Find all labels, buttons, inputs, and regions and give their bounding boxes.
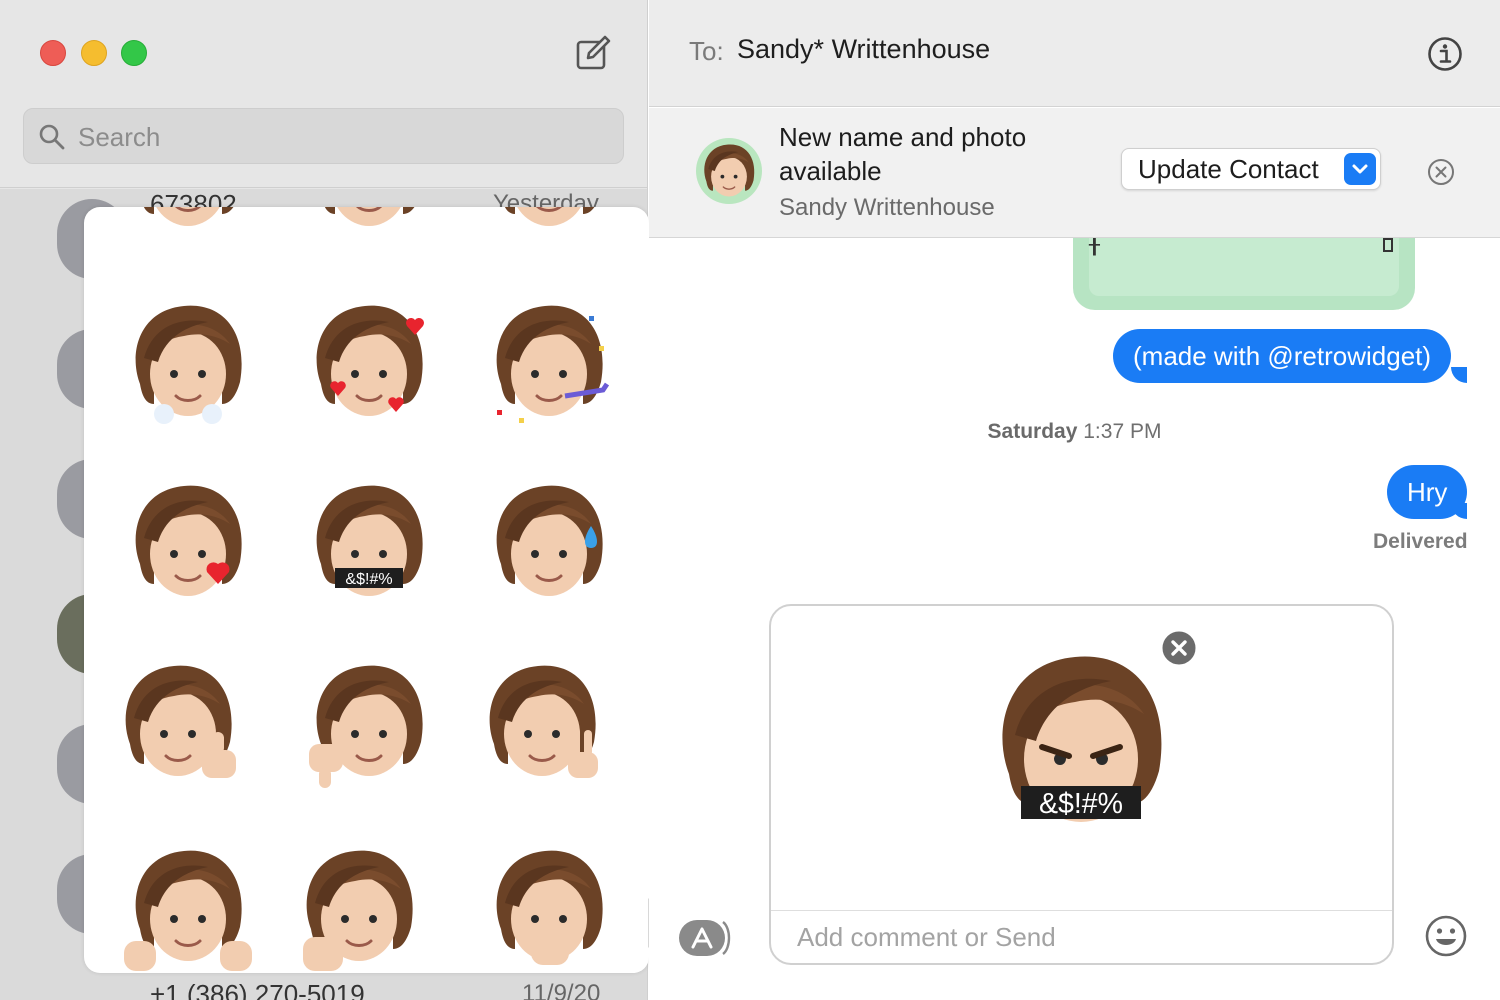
sticker-attachment-text: &$!#% xyxy=(1039,788,1123,820)
banner-subtitle: Sandy Writtenhouse xyxy=(779,194,995,221)
update-contact-label: Update Contact xyxy=(1138,154,1319,184)
emoji-icon[interactable] xyxy=(1424,914,1468,958)
search-icon xyxy=(39,124,65,150)
banner-title: New name and photo available xyxy=(779,122,1027,186)
minimize-window-button[interactable] xyxy=(81,40,107,66)
image-message-content xyxy=(1089,238,1399,296)
conversation-header: To: Sandy* Writtenhouse xyxy=(649,0,1500,107)
composer-divider xyxy=(771,910,1392,911)
sticker-attachment[interactable]: &$!#% xyxy=(971,636,1191,846)
image-message-bubble[interactable]: ╂ xyxy=(1073,235,1415,310)
sticker-memoji-party[interactable] xyxy=(479,292,619,432)
timestamp-time: 1:37 PM xyxy=(1083,420,1162,443)
message-timestamp: Saturday 1:37 PM xyxy=(649,420,1500,444)
zoom-window-button[interactable] xyxy=(121,40,147,66)
memoji-avatar-icon xyxy=(696,138,762,204)
sticker-partial[interactable] xyxy=(118,207,258,242)
sticker-memoji-thumbs-down[interactable] xyxy=(299,652,439,792)
search-field[interactable]: Search xyxy=(23,108,624,164)
message-composer[interactable]: &$!#% xyxy=(769,604,1394,965)
sticker-memoji-surprised[interactable] xyxy=(479,837,619,973)
sticker-memoji-hearts[interactable] xyxy=(299,292,439,432)
message-bubble-sent[interactable]: (made with @retrowidget) xyxy=(1113,329,1452,383)
compose-icon[interactable] xyxy=(574,34,612,72)
delivery-status: Delivered xyxy=(1373,530,1468,553)
conversation-name[interactable]: +1 (386) 270-5019 xyxy=(150,979,365,1000)
contact-avatar xyxy=(696,138,762,204)
search-placeholder: Search xyxy=(78,122,161,152)
sticker-memoji-happy-hands[interactable] xyxy=(118,837,258,973)
bubble-tail xyxy=(1451,367,1467,383)
sticker-memoji-sweat[interactable] xyxy=(479,472,619,612)
close-window-button[interactable] xyxy=(40,40,66,66)
chevron-down-icon[interactable] xyxy=(1344,153,1376,185)
remove-attachment-icon[interactable] xyxy=(1159,628,1199,668)
image-pixel-mark xyxy=(1383,238,1393,252)
sticker-memoji-fist-bump[interactable] xyxy=(289,837,429,973)
contact-update-banner: New name and photo available Sandy Writt… xyxy=(649,108,1500,238)
sticker-memoji-peace[interactable] xyxy=(472,652,612,792)
image-pixel-mark: ╂ xyxy=(1089,235,1100,255)
sticker-partial[interactable] xyxy=(479,207,619,242)
sticker-memoji-cursing[interactable]: &$!#% xyxy=(299,472,439,612)
bubble-tail xyxy=(1451,503,1467,519)
sticker-cursing-text: &$!#% xyxy=(345,571,392,588)
sticker-memoji-kiss[interactable] xyxy=(118,472,258,612)
sticker-memoji-blowing-steam[interactable] xyxy=(118,292,258,432)
conversation-pane: To: Sandy* Writtenhouse ╂ New name and p… xyxy=(649,0,1500,1000)
app-store-icon[interactable] xyxy=(679,918,737,958)
sticker-memoji-thumbs-up[interactable] xyxy=(108,652,248,792)
sidebar-titlebar: Search xyxy=(0,0,647,188)
timestamp-day: Saturday xyxy=(987,420,1078,443)
sticker-picker-panel: &$!#% xyxy=(84,207,649,973)
update-contact-button[interactable]: Update Contact xyxy=(1121,148,1381,190)
conversation-date: 11/9/20 xyxy=(522,980,601,1000)
close-banner-icon[interactable] xyxy=(1427,158,1455,186)
comment-input[interactable] xyxy=(797,922,1357,953)
sticker-partial[interactable] xyxy=(299,207,439,242)
recipient-name[interactable]: Sandy* Writtenhouse xyxy=(737,34,990,65)
to-label: To: xyxy=(689,36,724,66)
info-icon[interactable] xyxy=(1427,36,1463,72)
